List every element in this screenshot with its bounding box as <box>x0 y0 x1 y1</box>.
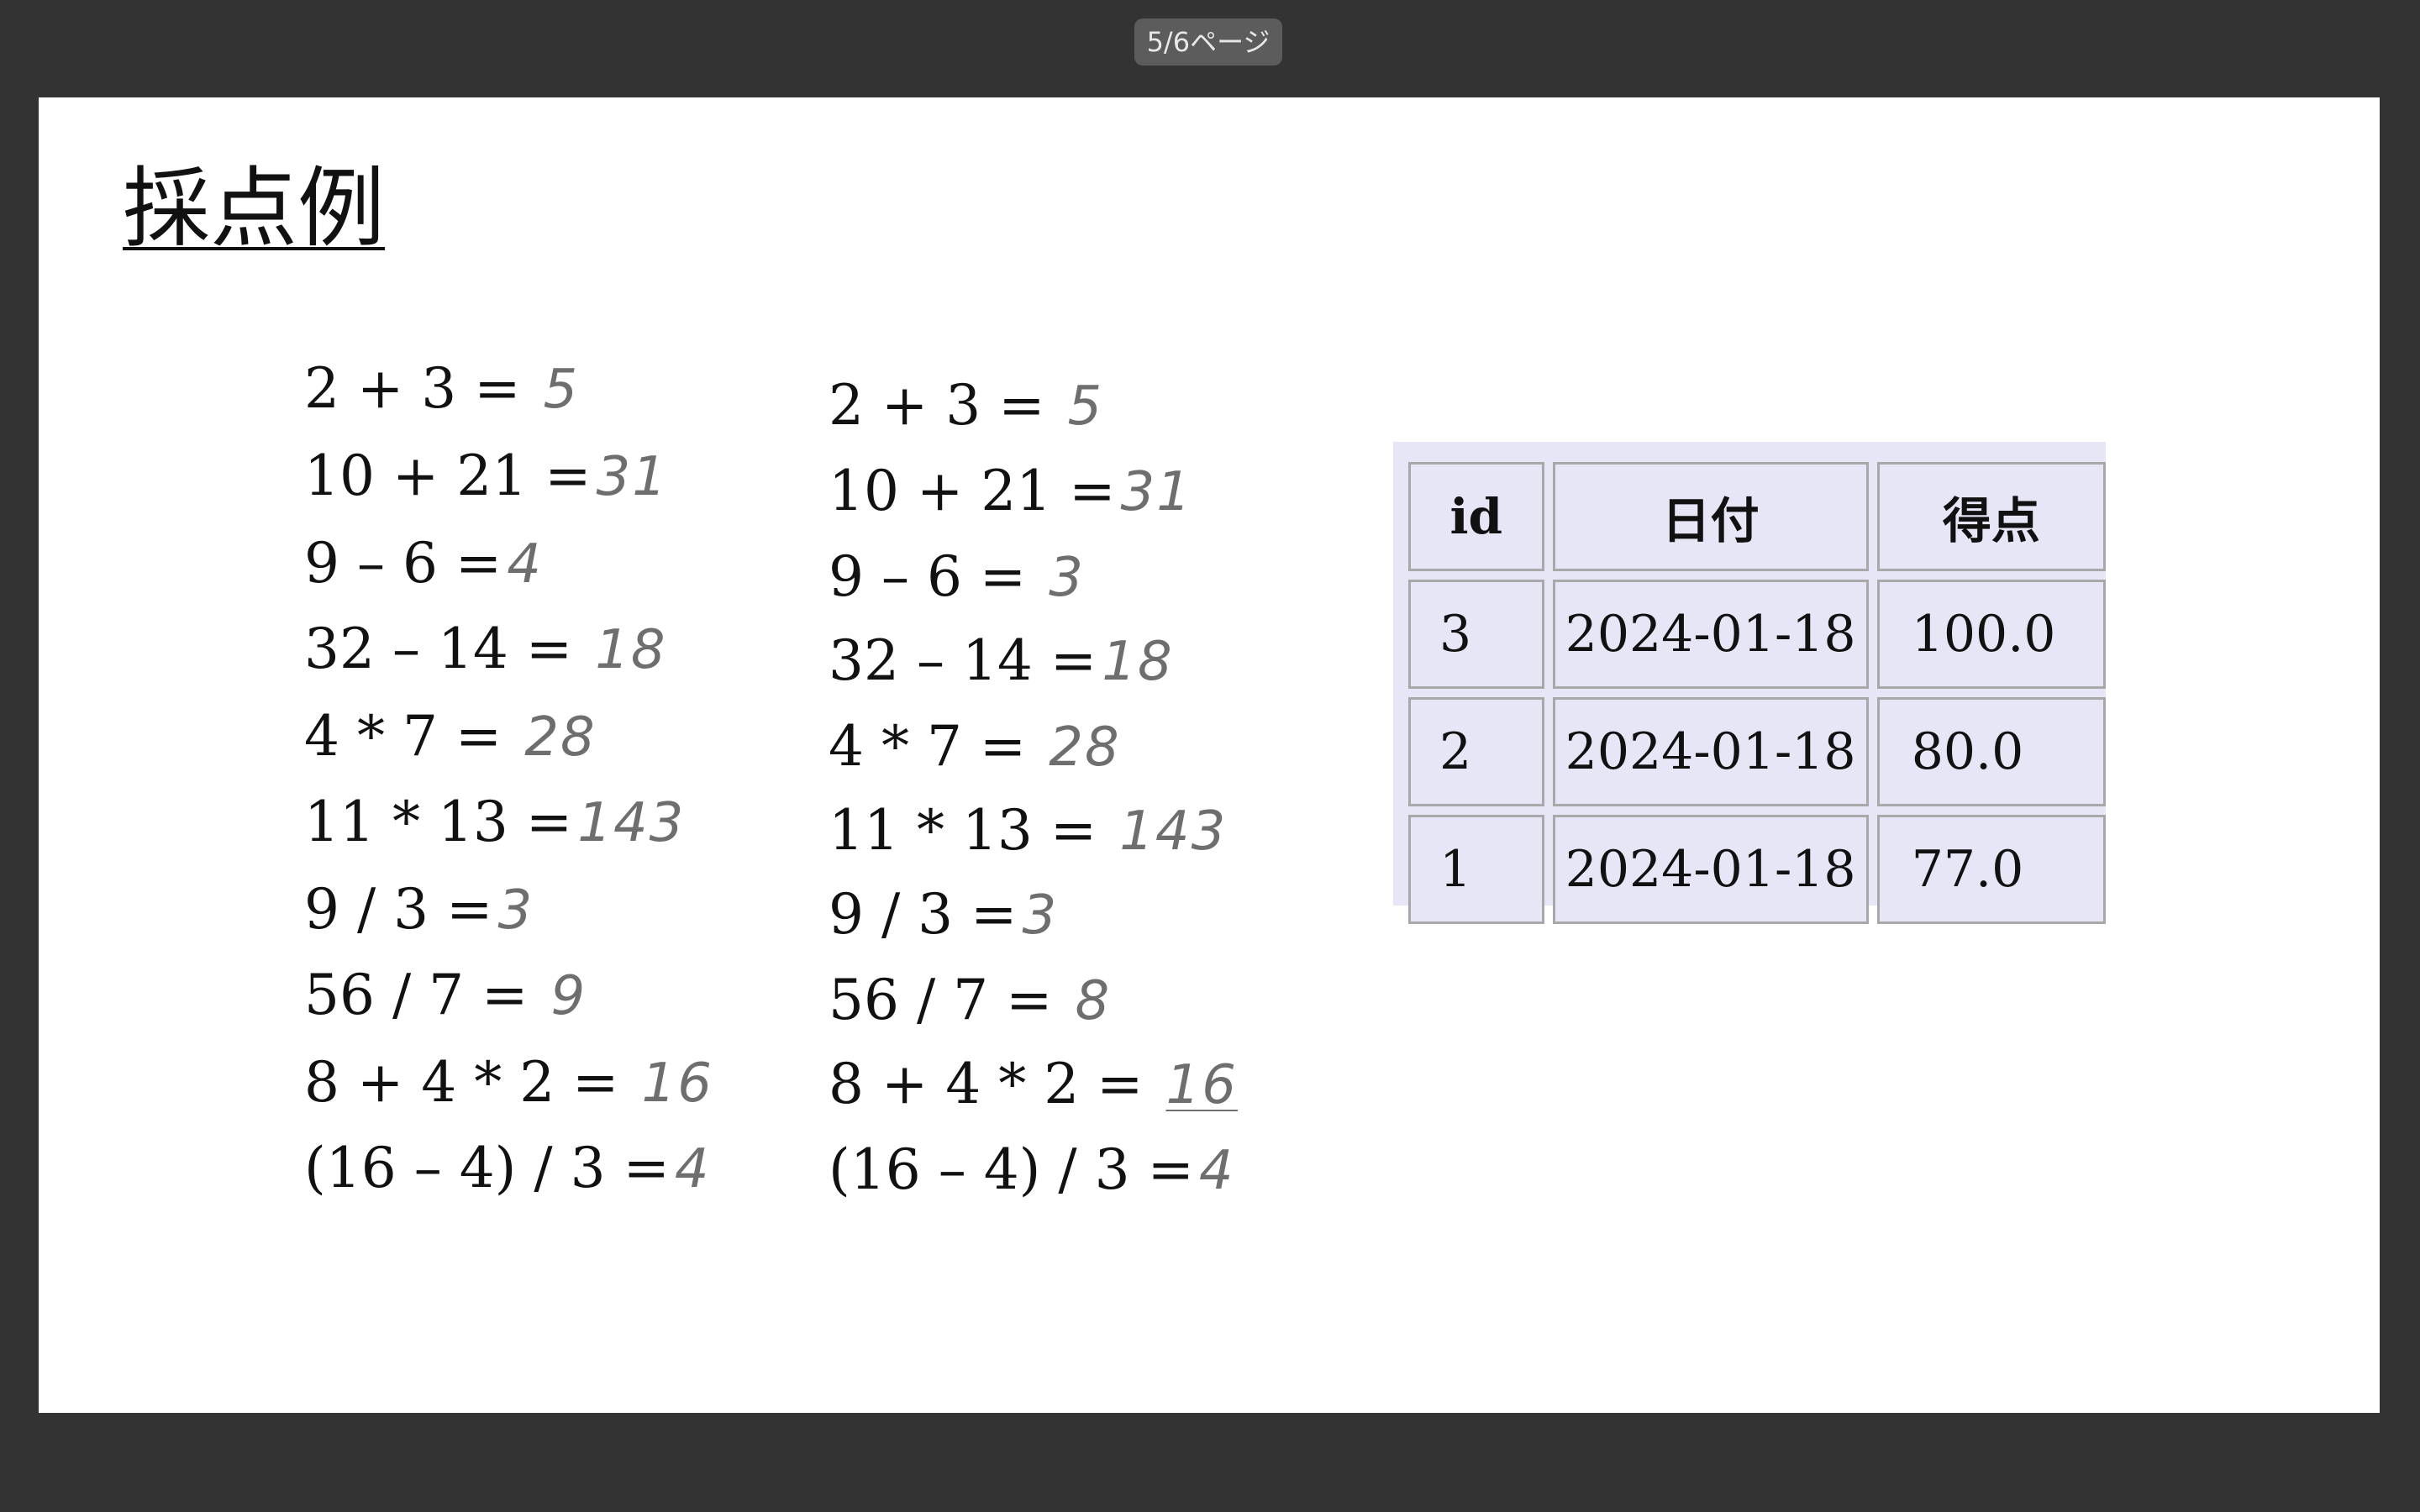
document-viewer: 5/6ページ 採点例 2 + 3 = 5 10 + 21 =31 9 – 6 =… <box>0 0 2420 1512</box>
answer-sheet-left: 2 + 3 = 5 10 + 21 =31 9 – 6 =4 32 – 14 =… <box>304 351 808 1359</box>
handwritten-answer: 18 <box>595 619 667 681</box>
problem-expression: 2 + 3 = <box>829 373 1045 438</box>
problem-row: 11 * 13 = 143 <box>829 793 1227 869</box>
problem-expression: 9 – 6 = <box>304 531 502 596</box>
problem-expression: 11 * 13 = <box>829 798 1097 863</box>
problem-row: 4 * 7 = 28 <box>829 709 1121 785</box>
problem-row: 56 / 7 = 9 <box>304 958 587 1033</box>
handwritten-answer: 4 <box>507 533 543 596</box>
problem-expression: 56 / 7 = <box>304 963 529 1027</box>
cell-id: 1 <box>1408 815 1544 924</box>
problem-expression: 32 – 14 = <box>304 617 573 681</box>
column-header-date: 日付 <box>1552 462 1869 571</box>
cell-id: 2 <box>1408 697 1544 806</box>
problem-expression: 8 + 4 * 2 = <box>829 1052 1144 1116</box>
problem-expression: 11 * 13 = <box>304 790 573 854</box>
score-table: id 日付 得点 3 2024-01-18 100.0 2 2024-01-18… <box>1400 454 2114 932</box>
handwritten-answer: 3 <box>1049 547 1085 609</box>
cell-date: 2024-01-18 <box>1552 815 1869 924</box>
problem-row: 2 + 3 = 5 <box>304 351 579 427</box>
handwritten-answer: 28 <box>524 706 597 769</box>
problem-expression: 10 + 21 = <box>304 444 592 508</box>
score-table-panel: id 日付 得点 3 2024-01-18 100.0 2 2024-01-18… <box>1393 442 2106 924</box>
cell-score: 77.0 <box>1876 815 2106 924</box>
handwritten-answer: 28 <box>1049 717 1121 779</box>
handwritten-answer: 143 <box>1119 801 1228 863</box>
problem-row: 56 / 7 = 8 <box>829 963 1111 1038</box>
cell-date: 2024-01-18 <box>1552 580 1869 689</box>
problem-row: 32 – 14 = 18 <box>304 612 667 687</box>
problem-expression: 32 – 14 = <box>829 628 1097 693</box>
handwritten-answer: 4 <box>674 1138 711 1200</box>
handwritten-answer: 3 <box>1022 885 1059 947</box>
problem-row: 10 + 21 =31 <box>304 438 668 514</box>
problem-row: 9 / 3 =3 <box>304 872 534 948</box>
problem-expression: 10 + 21 = <box>829 459 1116 523</box>
problem-row: 8 + 4 * 2 = 16 <box>829 1047 1238 1122</box>
problem-expression: 4 * 7 = <box>829 714 1027 779</box>
problem-row: 10 + 21 =31 <box>829 454 1192 529</box>
problem-row: 9 – 6 =4 <box>304 526 543 601</box>
column-header-score: 得点 <box>1876 462 2106 571</box>
problem-expression: (16 – 4) / 3 = <box>829 1137 1194 1202</box>
cell-score: 100.0 <box>1876 580 2106 689</box>
table-row: 2 2024-01-18 80.0 <box>1408 697 2106 806</box>
problem-row: 4 * 7 = 28 <box>304 699 597 774</box>
problem-expression: (16 – 4) / 3 = <box>304 1136 670 1200</box>
handwritten-answer: 16 <box>1165 1054 1238 1116</box>
problem-row: 8 + 4 * 2 = 16 <box>304 1045 713 1121</box>
cell-date: 2024-01-18 <box>1552 697 1869 806</box>
slide-title: 採点例 <box>123 157 386 260</box>
table-header-row: id 日付 得点 <box>1408 462 2106 571</box>
problem-row: 9 / 3 =3 <box>829 877 1058 953</box>
handwritten-answer: 8 <box>1075 970 1112 1032</box>
handwritten-answer: 9 <box>550 965 587 1027</box>
problem-row: (16 – 4) / 3 =4 <box>829 1132 1235 1208</box>
handwritten-answer: 5 <box>1067 375 1104 438</box>
problem-row: 32 – 14 =18 <box>829 623 1174 699</box>
problem-expression: 4 * 7 = <box>304 704 502 769</box>
handwritten-answer: 31 <box>596 446 668 508</box>
problem-expression: 8 + 4 * 2 = <box>304 1050 619 1115</box>
handwritten-answer: 5 <box>543 359 580 421</box>
table-row: 3 2024-01-18 100.0 <box>1408 580 2106 689</box>
handwritten-answer: 3 <box>497 879 534 942</box>
problem-expression: 9 – 6 = <box>829 544 1027 609</box>
handwritten-answer: 4 <box>1198 1140 1235 1202</box>
slide: 採点例 2 + 3 = 5 10 + 21 =31 9 – 6 =4 32 – … <box>39 97 2380 1413</box>
problem-expression: 2 + 3 = <box>304 356 521 421</box>
problem-expression: 56 / 7 = <box>829 968 1053 1032</box>
handwritten-answer: 31 <box>1120 461 1192 523</box>
cell-id: 3 <box>1408 580 1544 689</box>
problem-row: 2 + 3 = 5 <box>829 368 1103 444</box>
handwritten-answer: 16 <box>641 1053 713 1115</box>
problem-expression: 9 / 3 = <box>304 877 493 942</box>
problem-row: 11 * 13 =143 <box>304 785 685 860</box>
answer-sheet-right: 2 + 3 = 5 10 + 21 =31 9 – 6 = 3 32 – 14 … <box>829 368 1383 1376</box>
column-header-id: id <box>1408 462 1544 571</box>
handwritten-answer: 18 <box>1102 631 1174 693</box>
problem-row: (16 – 4) / 3 =4 <box>304 1131 711 1206</box>
handwritten-answer: 143 <box>577 792 686 854</box>
cell-score: 80.0 <box>1876 697 2106 806</box>
problem-expression: 9 / 3 = <box>829 882 1018 947</box>
problem-row: 9 – 6 = 3 <box>829 539 1085 615</box>
table-row: 1 2024-01-18 77.0 <box>1408 815 2106 924</box>
page-indicator: 5/6ページ <box>1134 18 1282 66</box>
